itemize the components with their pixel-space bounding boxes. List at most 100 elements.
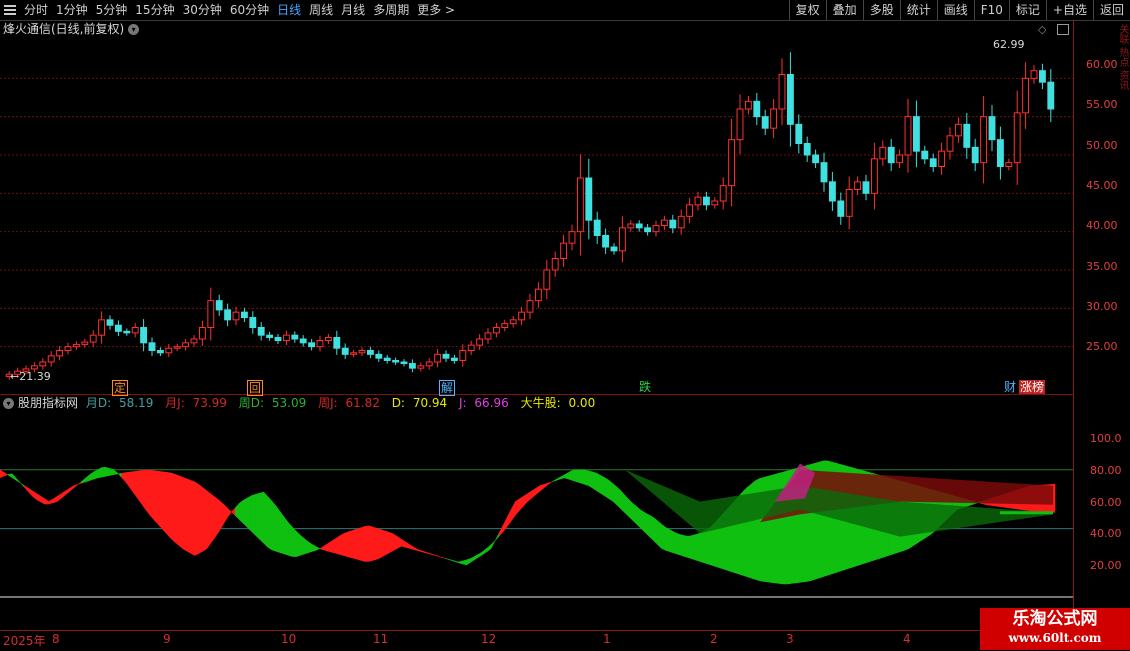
candle-body [988,116,996,141]
event-marker[interactable]: 涨榜 [1019,380,1046,394]
date-tick: 12 [481,632,497,646]
candle-body [308,342,316,348]
ind-band-segment [68,485,74,493]
ind-band-segment [279,510,285,555]
candle-body [610,246,618,252]
ind-band-segment [356,527,362,561]
candle-body [660,219,668,227]
candle-body [980,116,988,164]
candle-body [602,235,610,248]
event-marker[interactable]: 解 [439,380,456,396]
candle-body [576,177,584,233]
indicator-dropdown-icon[interactable]: ▾ [3,398,14,409]
ind-band-segment [697,531,703,563]
ind-band-segment [466,558,471,566]
indicator-name[interactable]: 股朋指标网 [18,396,78,410]
ind-band-segment [369,525,374,562]
date-tick: 2025年 [3,634,46,648]
ind-band-segment [243,497,248,529]
ind-band-segment [446,558,451,561]
ind-d: D: 70.94 [392,396,451,410]
ind-value: 58.19 [118,396,154,410]
ind-label: 月D: [85,396,112,410]
ind-band-segment [588,470,593,489]
candle-body [375,353,383,359]
ind-band-segment [498,524,504,537]
event-marker[interactable]: 跌 [638,380,652,394]
ind-band-segment [389,532,394,554]
chart-canvas[interactable] [0,0,1130,650]
ind-band-segment [531,487,536,499]
candle-body [879,146,887,160]
ind-band-segment [425,551,431,555]
ind-band-segment [247,495,252,533]
candle-body [702,196,710,206]
ind-band-segment [267,495,273,551]
candle-body [568,231,576,244]
ind-band-segment [527,490,532,503]
candle-body [215,300,223,311]
candle-body [904,116,912,156]
ind-tick: 40.00 [1090,527,1122,540]
ind-label: 月J: [165,396,185,410]
ind-band-segment [235,502,240,521]
candle-body [81,341,89,345]
candle-body [484,332,492,340]
ind-band-segment [360,526,366,562]
ind-band-segment [316,546,321,551]
ind-band-segment [551,479,557,483]
ind-label: 周J: [318,396,338,410]
candle-body [686,204,694,217]
candle-body [1013,112,1021,164]
ind-band-segment [450,559,455,562]
side-panel-text: 关联 热点 资讯 [1117,24,1128,91]
event-marker[interactable]: 财 [1003,380,1017,394]
ind-band-segment [344,531,350,558]
ind-tick: 80.00 [1090,464,1122,477]
candle-body [711,200,719,206]
candle-body [518,311,526,321]
date-tick: 3 [786,632,794,646]
ind-band-segment [11,473,17,481]
candle-body [1038,70,1046,83]
candle-body [165,347,173,354]
ind-band-segment [218,499,224,533]
ind-band-segment [616,486,622,510]
candle-body [887,146,895,164]
candle-body [761,116,769,129]
ind-value: 70.94 [412,396,448,410]
candle-body [173,346,181,349]
candle-body [501,323,509,328]
ind-band-segment [222,503,228,526]
price-tick: 35.00 [1086,260,1118,273]
ind-band-segment [239,499,244,525]
ind-band-segment [324,542,329,552]
candle-body [736,108,744,141]
ind-label: 大牛股: [520,396,561,410]
ind-band-segment [600,474,605,497]
ind-band-segment [149,469,155,521]
ind-band-segment [385,530,390,556]
ind-band-segment [462,559,467,566]
price-tick: 45.00 [1086,179,1118,192]
candle-body [30,365,38,370]
ind-band-segment [657,520,662,549]
candle-body [106,319,114,326]
watermark-url: www.60lt.com [1008,631,1102,645]
candle-body [971,146,979,164]
ind-band-segment [44,498,49,505]
candle-body [459,350,467,361]
window-toggle-icon[interactable] [1057,24,1069,35]
candle-body [282,334,290,342]
ind-band-segment [60,490,66,500]
ind-value: 0.00 [568,396,596,410]
diamond-icon[interactable]: ◇ [1038,23,1046,36]
low-price-value: 21.39 [19,370,51,383]
ind-band-segment [417,549,423,553]
ind-band-segment [84,474,90,483]
candle-body [862,181,870,194]
ind-band-segment [72,484,78,490]
event-marker[interactable]: 回 [247,380,264,396]
candle-body [954,123,962,137]
event-marker[interactable]: 定 [112,380,129,396]
